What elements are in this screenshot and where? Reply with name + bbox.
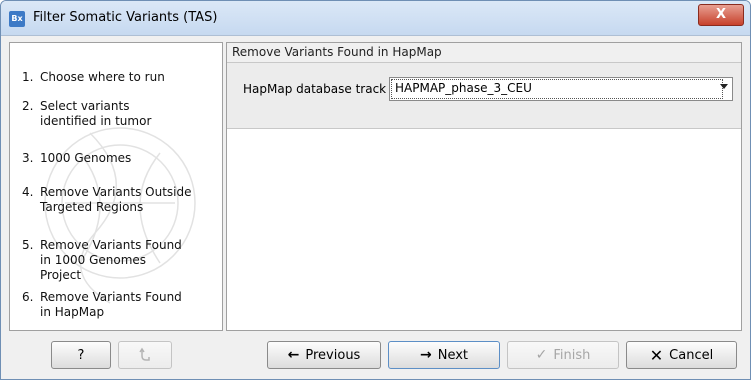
step-number: 1. [22,70,34,84]
options-panel: Remove Variants Found in HapMap HapMap d… [226,42,742,331]
window-title: Filter Somatic Variants (TAS) [33,10,218,25]
chevron-down-icon[interactable] [720,84,728,89]
cancel-label: Cancel [669,347,714,363]
finish-button[interactable]: ✓ Finish [507,341,619,369]
close-button[interactable]: X [698,4,744,26]
app-icon: Bx [9,11,25,27]
select-focus-ring: HAPMAP_phase_3_CEU [391,79,723,99]
help-label: ? [77,347,85,363]
next-label: Next [437,347,469,363]
hapmap-track-label: HapMap database track [243,82,387,96]
previous-button[interactable]: ← Previous [267,341,381,369]
wizard-step-3: 3. 1000 Genomes [22,151,217,166]
dialog-window: Bx Filter Somatic Variants (TAS) X 1. Cho… [0,0,751,380]
arrow-left-icon: ← [287,347,300,363]
checkmark-icon: ✓ [535,347,548,363]
step-number: 6. [22,290,34,304]
step-label: Choose where to run [40,70,165,84]
panel-title: Remove Variants Found in HapMap [232,45,442,59]
previous-label: Previous [305,347,361,363]
wizard-step-4: 4. Remove Variants Outside Targeted Regio… [22,185,217,215]
step-number: 3. [22,151,34,165]
panel-header: Remove Variants Found in HapMap [227,43,741,63]
step-number: 5. [22,238,34,252]
hapmap-track-value: HAPMAP_phase_3_CEU [395,81,532,95]
cancel-button[interactable]: ✕ Cancel [626,341,737,369]
title-bar[interactable]: Bx Filter Somatic Variants (TAS) X [1,1,750,36]
wizard-step-5: 5. Remove Variants Found in 1000 Genomes … [22,238,217,283]
finish-label: Finish [553,347,591,363]
wizard-step-6: 6. Remove Variants Found in HapMap [22,290,217,320]
step-label: Remove Variants Found in HapMap [40,290,182,319]
dialog-content: 1. Choose where to run 2. Select variants … [9,42,742,331]
step-label: Remove Variants Found in 1000 Genomes Pr… [40,238,182,282]
wizard-step-1: 1. Choose where to run [22,70,217,85]
step-number: 2. [22,99,34,113]
step-label: 1000 Genomes [40,151,132,165]
panel-body: HapMap database track HAPMAP_phase_3_CEU [227,63,741,129]
button-bar: ? ← Previous → Next ✓ Finish ✕ Cancel [1,331,750,379]
cancel-x-icon: ✕ [649,345,664,365]
step-label: Select variants identified in tumor [40,99,152,128]
reset-icon [139,347,150,361]
step-number: 4. [22,185,34,199]
wizard-step-2: 2. Select variants identified in tumor [22,99,217,129]
hapmap-track-select[interactable]: HAPMAP_phase_3_CEU [389,77,733,101]
reset-button[interactable] [118,341,172,369]
arrow-right-icon: → [419,347,432,363]
step-label: Remove Variants Outside Targeted Regions [40,185,192,214]
wizard-steps-panel: 1. Choose where to run 2. Select variants … [9,42,223,331]
help-button[interactable]: ? [51,341,111,369]
next-button[interactable]: → Next [388,341,500,369]
